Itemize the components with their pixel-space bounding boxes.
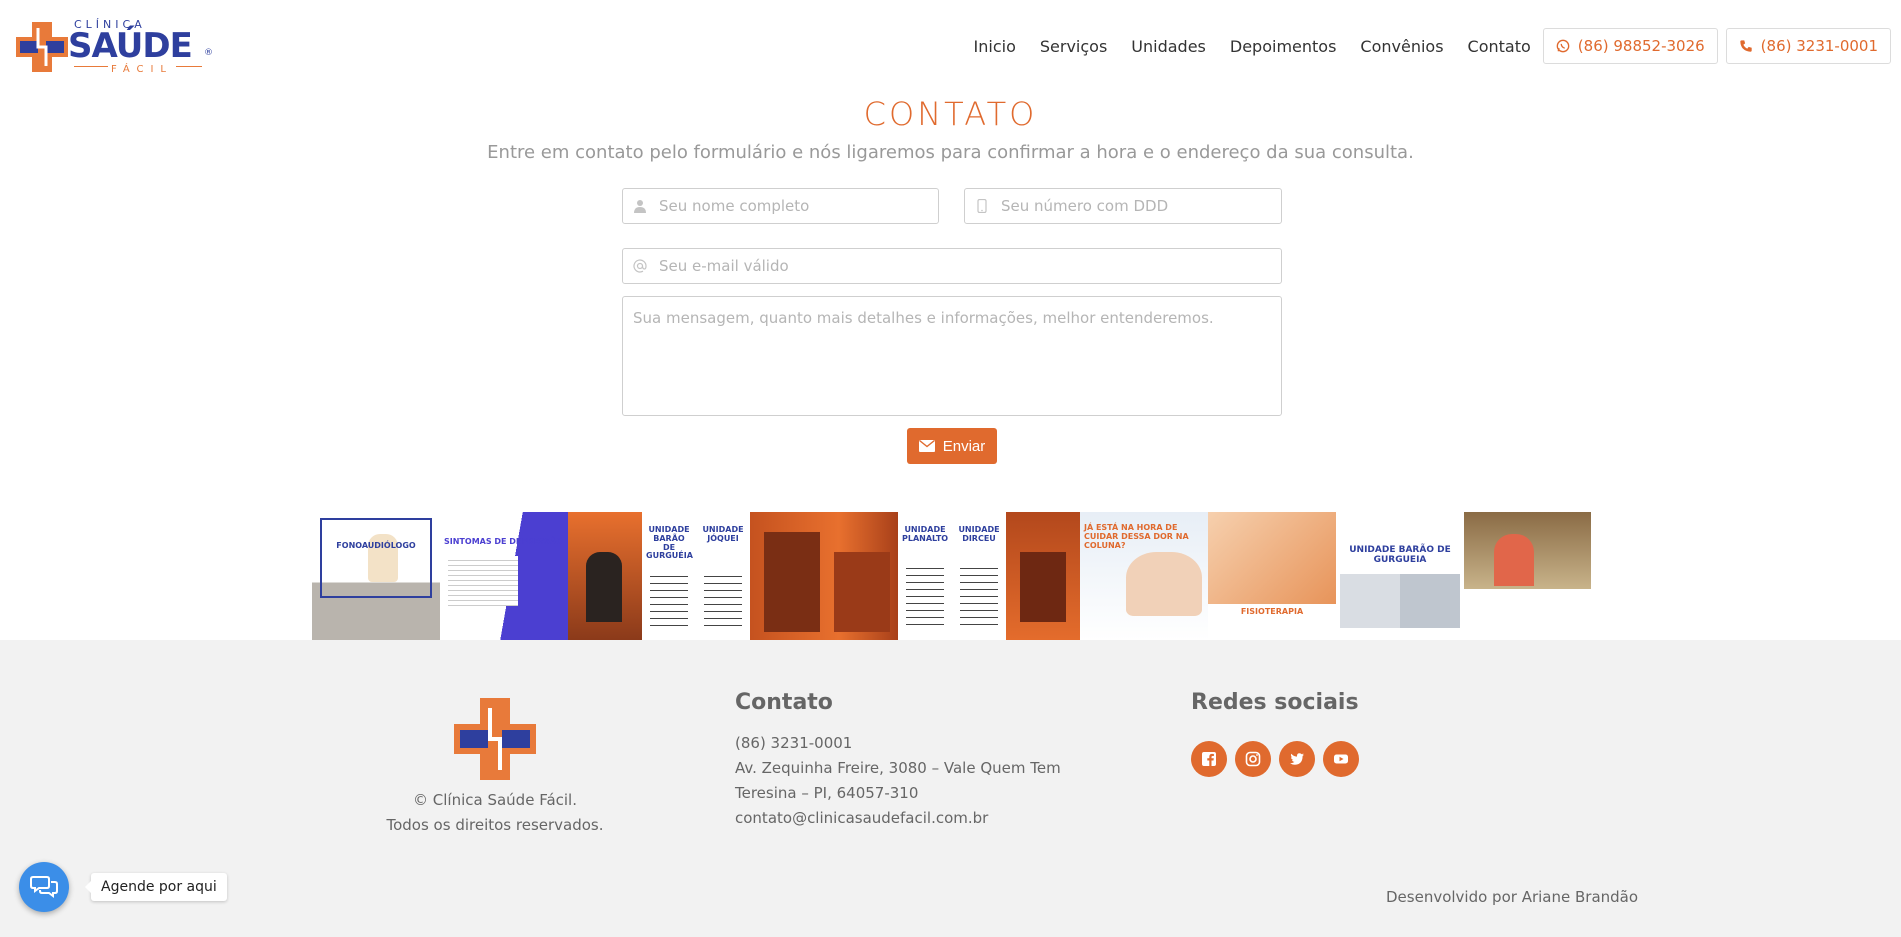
nav-item-unidades[interactable]: Unidades [1131,37,1206,56]
building-facade [764,532,820,632]
nav-item-servicos[interactable]: Serviços [1040,37,1107,56]
person-silhouette [586,552,622,622]
gallery-item[interactable]: UNIDADE BARÃO DE GURGUEIA [1336,512,1464,640]
text-block [448,556,518,606]
gallery-caption: UNIDADE BARÃO DE GURGUÉIA [646,525,693,561]
gallery-caption: UNIDADE JÓQUEI [702,525,744,543]
youtube-link[interactable] [1323,741,1359,777]
brand-logo[interactable]: CLÍNICA SAÚDE ® FÁCIL [16,18,213,75]
gallery-item[interactable] [568,512,642,640]
gallery-caption: UNIDADE DIRCEU [958,525,1000,543]
facebook-icon [1202,752,1216,767]
email-field [622,248,1282,284]
message-textarea[interactable] [622,296,1282,416]
rights-text: Todos os direitos reservados. [386,816,604,834]
contact-title: CONTATO [863,95,1038,133]
gallery-item[interactable]: UNIDADE JÓQUEI [696,512,750,640]
gallery-item[interactable]: FISIOTERAPIA [1208,512,1336,640]
map-photo [1340,574,1460,628]
logo-facil-text: FÁCIL [108,64,177,75]
nav-item-contato[interactable]: Contato [1468,37,1531,56]
footer-contact-info: (86) 3231-0001 Av. Zequinha Freire, 3080… [735,731,1061,831]
text-block [704,570,742,628]
main-nav: Inicio Serviços Unidades Depoimentos Con… [974,28,1891,64]
phone-icon [1739,40,1752,52]
whatsapp-number: (86) 98852-3026 [1577,37,1705,55]
gallery-caption: FISIOTERAPIA [1240,607,1304,616]
phone-button[interactable]: (86) 3231-0001 [1725,28,1891,64]
logo-cross-icon [16,22,68,72]
gallery-item[interactable] [1006,512,1080,640]
building-facade [834,552,890,632]
gallery-caption: JÁ ESTÁ NA HORA DE CUIDAR DESSA DOR NA C… [1084,523,1189,550]
logo-saude-text: SAÚDE [68,26,193,66]
email-input[interactable] [659,257,1281,275]
site-header: CLÍNICA SAÚDE ® FÁCIL Inicio Serviços Un… [0,0,1901,90]
gallery-item[interactable]: SINTOMAS DE DEPRESSÃO [440,512,568,640]
developer-credit[interactable]: Desenvolvido por Ariane Brandão [1386,888,1638,906]
phone-input[interactable] [1001,197,1281,215]
footer-email[interactable]: contato@clinicasaudefacil.com.br [735,806,1061,831]
phone-number: (86) 3231-0001 [1760,37,1878,55]
instagram-gallery: FONOAUDIÓLOGO SINTOMAS DE DEPRESSÃO UNID… [312,512,1591,640]
send-label: Enviar [942,437,986,455]
gallery-item[interactable] [1464,512,1591,640]
footer-address: Av. Zequinha Freire, 3080 – Vale Quem Te… [735,759,1061,777]
gallery-caption: UNIDADE BARÃO DE GURGUEIA [1349,545,1451,565]
chat-bubbles-icon [30,876,58,898]
footer-city: Teresina – PI, 64057-310 [735,784,919,802]
site-footer: © Clínica Saúde Fácil. Todos os direitos… [0,640,1901,937]
instagram-link[interactable] [1235,741,1271,777]
whatsapp-icon [1556,39,1570,53]
gallery-item[interactable] [750,512,898,640]
gallery-item[interactable]: UNIDADE PLANALTO [898,512,952,640]
building-facade [1020,552,1066,622]
copyright-text: © Clínica Saúde Fácil. [413,791,577,809]
nav-item-inicio[interactable]: Inicio [974,37,1016,56]
text-block [906,562,944,628]
nav-item-convenios[interactable]: Convênios [1360,37,1443,56]
text-block [960,562,998,628]
phone-field [964,188,1282,224]
footer-copyright: © Clínica Saúde Fácil. Todos os direitos… [370,788,620,838]
nav-item-depoimentos[interactable]: Depoimentos [1230,37,1337,56]
instagram-icon [1245,751,1261,767]
logo-registered-mark: ® [204,48,213,58]
chat-button[interactable] [19,862,69,912]
person-photo [1494,534,1534,586]
whatsapp-button[interactable]: (86) 98852-3026 [1542,28,1718,64]
footer-logo-icon [454,698,536,780]
name-field [622,188,939,224]
footer-phone[interactable]: (86) 3231-0001 [735,731,1061,756]
gallery-caption: SINTOMAS DE DEPRESSÃO [444,537,564,546]
at-icon [633,259,647,273]
youtube-icon [1334,754,1348,764]
gallery-item[interactable]: UNIDADE BARÃO DE GURGUÉIA [642,512,696,640]
user-icon [634,200,646,213]
name-input[interactable] [659,197,938,215]
footer-contact-title: Contato [735,690,833,715]
envelope-icon [918,440,935,452]
footer-social-title: Redes sociais [1191,690,1359,715]
gallery-caption: FONOAUDIÓLOGO [336,541,416,550]
twitter-icon [1290,753,1304,765]
gallery-item[interactable]: JÁ ESTÁ NA HORA DE CUIDAR DESSA DOR NA C… [1080,512,1208,640]
send-button[interactable]: Enviar [907,428,997,464]
gallery-item[interactable]: FONOAUDIÓLOGO [312,512,440,640]
contact-subtitle: Entre em contato pelo formulário e nós l… [487,142,1414,163]
social-links [1191,741,1367,777]
chat-label[interactable]: Agende por aqui [85,873,227,901]
mobile-icon [977,199,987,213]
text-block [650,570,688,628]
twitter-link[interactable] [1279,741,1315,777]
gallery-item[interactable]: UNIDADE DIRCEU [952,512,1006,640]
gallery-caption: UNIDADE PLANALTO [902,525,949,543]
patient-photo [1126,552,1202,616]
facebook-link[interactable] [1191,741,1227,777]
